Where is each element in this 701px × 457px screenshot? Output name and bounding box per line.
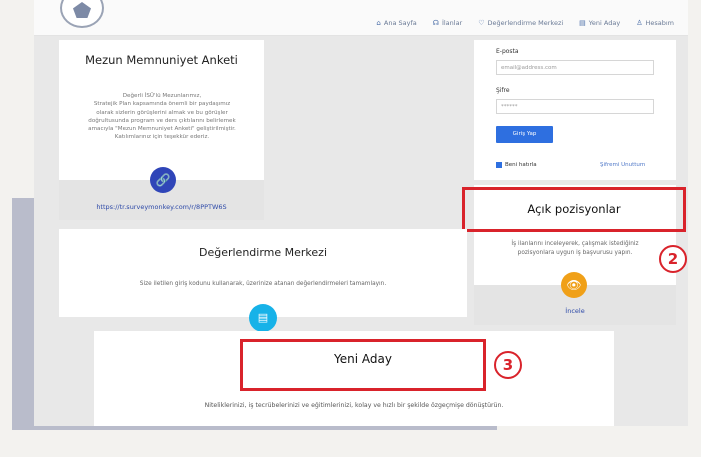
nav-label: Yeni Aday — [588, 19, 621, 27]
document-icon: ▤ — [579, 19, 586, 27]
remember-label: Beni hatırla — [505, 162, 537, 168]
nav-label: İlanlar — [441, 19, 463, 27]
remember-me[interactable]: Beni hatırla — [496, 162, 537, 168]
user-icon: ♙ — [636, 19, 643, 27]
assessment-center-description: Size iletilen giriş kodunu kullanarak, ü… — [139, 281, 387, 287]
survey-line: doğrultusunda program ve ders çıktıların… — [88, 117, 236, 124]
email-field[interactable]: email@address.com — [496, 60, 654, 75]
password-field[interactable]: ****** — [496, 99, 654, 114]
university-logo[interactable] — [60, 0, 104, 28]
survey-line: amacıyla "Mezun Memnuniyet Anketi" geliş… — [88, 126, 236, 133]
nav-label: Hesabım — [645, 19, 674, 27]
nav-item-yeni-aday[interactable]: ▤ Yeni Aday — [579, 19, 620, 27]
forgot-password-link[interactable]: Şifremi Unuttum — [600, 162, 645, 168]
announcement-icon: ☊ — [432, 19, 439, 27]
new-candidate-description: Niteliklerinizi, iş tecrübelerinizi ve e… — [204, 402, 504, 409]
main-nav: ⌂ Ana Sayfa ☊ İlanlar ♡ Değerlendirme Me… — [376, 19, 674, 27]
step-badge-3: 3 — [494, 351, 522, 379]
survey-line: Stratejik Plan kapsamında önemli bir pay… — [93, 101, 231, 108]
survey-description: Değerli İSÜ'lü Mezunlarımız, Stratejik P… — [67, 92, 257, 142]
open-positions-description: İş ilanlarını inceleyerek, çalışmak iste… — [479, 240, 671, 257]
website-screenshot: ⌂ Ana Sayfa ☊ İlanlar ♡ Değerlendirme Me… — [34, 0, 688, 426]
step-badge-2: 2 — [659, 245, 687, 273]
description-line: İş ilanlarını inceleyerek, çalışmak iste… — [511, 241, 639, 247]
email-label: E-posta — [496, 48, 519, 55]
survey-line: olarak sizlerin görüşlerini almak ve bu … — [96, 109, 228, 116]
home-icon: ⌂ — [376, 19, 381, 27]
nav-item-ana-sayfa[interactable]: ⌂ Ana Sayfa — [376, 19, 416, 27]
eye-icon[interactable]: 👁 — [561, 272, 587, 298]
new-candidate-title: Yeni Aday — [334, 352, 392, 366]
nav-label: Ana Sayfa — [383, 19, 417, 27]
login-card: E-posta email@address.com Şifre ****** G… — [474, 40, 676, 180]
nav-item-hesabim[interactable]: ♙ Hesabım — [636, 19, 674, 27]
nav-label: Değerlendirme Merkezi — [487, 19, 564, 27]
remember-checkbox[interactable] — [496, 162, 502, 168]
login-button[interactable]: Giriş Yap — [496, 126, 553, 143]
assessment-center-title: Değerlendirme Merkezi — [198, 246, 327, 259]
open-positions-title: Açık pozisyonlar — [527, 202, 621, 216]
link-icon[interactable]: 🔗 — [150, 167, 176, 193]
review-link[interactable]: İncele — [474, 307, 676, 315]
survey-line: Değerli İSÜ'lü Mezunlarımız, — [122, 93, 202, 99]
nav-item-ilanlar[interactable]: ☊ İlanlar — [433, 19, 463, 27]
nav-item-degerlendirme-merkezi[interactable]: ♡ Değerlendirme Merkezi — [478, 19, 563, 27]
survey-line: Katılımlarınız için teşekkür ederiz. — [114, 134, 210, 141]
description-line: pozisyonlara uygun iş başvurusu yapın. — [517, 249, 633, 256]
password-label: Şifre — [496, 87, 510, 94]
survey-title: Mezun Memnuniyet Anketi — [85, 53, 238, 67]
top-navigation-bar: ⌂ Ana Sayfa ☊ İlanlar ♡ Değerlendirme Me… — [34, 0, 688, 36]
survey-link[interactable]: https://tr.surveymonkey.com/r/8PPTW6S — [59, 203, 264, 211]
heart-icon: ♡ — [478, 19, 485, 27]
clipboard-icon[interactable]: ▤ — [249, 304, 277, 332]
